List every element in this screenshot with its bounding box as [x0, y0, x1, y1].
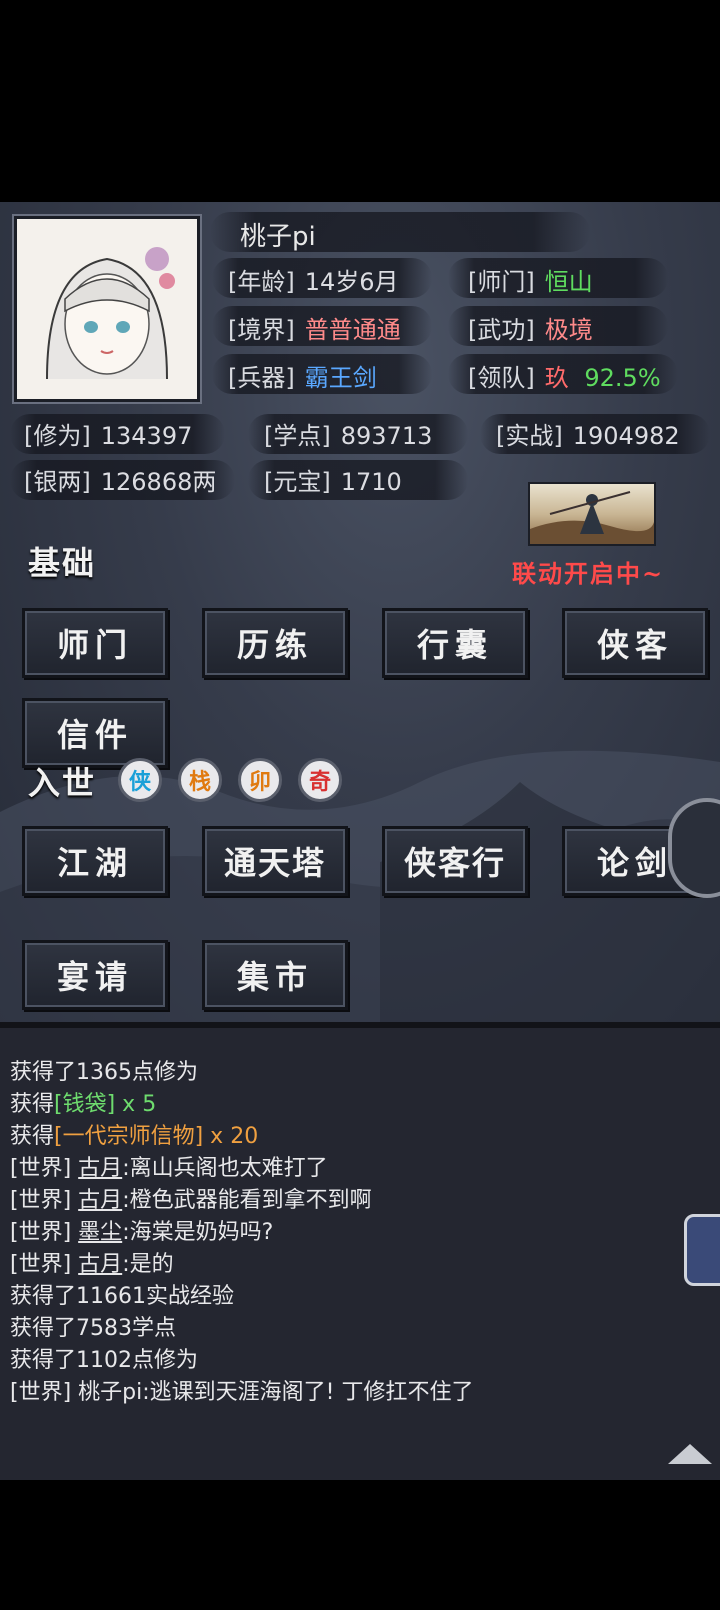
- ingot-label: [元宝]: [264, 468, 331, 496]
- sect-label: [师门]: [468, 268, 535, 296]
- log-text: :橙色武器能看到拿不到啊: [122, 1188, 372, 1213]
- portrait-image: [17, 219, 197, 399]
- martial-row: [武功] 极境: [468, 310, 593, 345]
- jianghu-button[interactable]: 江湖: [22, 826, 168, 896]
- ingot-value: 1710: [340, 468, 402, 496]
- log-line: [世界] 桃子pi:逃课到天涯海阁了! 丁修扛不住了: [10, 1374, 473, 1406]
- weapon-label: [兵器]: [228, 364, 295, 392]
- log-line: [世界] 墨尘:海棠是奶妈吗?: [10, 1214, 273, 1246]
- log-text: :海棠是奶妈吗?: [122, 1220, 274, 1245]
- log-text: :是的: [122, 1252, 174, 1277]
- ingot-row: [元宝] 1710: [264, 462, 402, 497]
- team-name[interactable]: 玖: [545, 364, 569, 392]
- sect-row: [师门] 恒山: [468, 262, 593, 297]
- log-text: 获得了1365点修为: [10, 1060, 198, 1085]
- cultivation-row: [修为] 134397: [24, 416, 192, 451]
- silver-row: [银两] 126868两: [24, 462, 216, 497]
- log-text: :离山兵阁也太难打了: [122, 1156, 328, 1181]
- team-label: [领队]: [468, 364, 535, 392]
- log-line: [世界] 古月:橙色武器能看到拿不到啊: [10, 1182, 372, 1214]
- promo-text[interactable]: 联动开启中~: [512, 554, 664, 589]
- log-line: 获得了1365点修为: [10, 1054, 198, 1086]
- character-portrait[interactable]: [14, 216, 200, 402]
- log-text: x 5: [115, 1092, 157, 1117]
- team-row: [领队] 玖 92.5%: [468, 358, 661, 393]
- event-art: [530, 491, 654, 544]
- log-text: 获得了1102点修为: [10, 1348, 198, 1373]
- log-line: 获得[一代宗师信物] x 20: [10, 1118, 258, 1150]
- badge-mao[interactable]: 卯: [238, 758, 282, 802]
- navigation-area: [0, 1480, 720, 1610]
- martial-value: 极境: [544, 316, 593, 344]
- username: 桃子pi: [78, 1380, 143, 1405]
- log-line: 获得了7583学点: [10, 1310, 176, 1342]
- realm-row: [境界] 普普通通: [228, 310, 401, 345]
- sect-value[interactable]: 恒山: [545, 268, 593, 296]
- log-text: 获得了7583学点: [10, 1316, 176, 1341]
- training-button[interactable]: 历练: [202, 608, 348, 678]
- log-text: x 20: [203, 1124, 259, 1149]
- log-line: 获得了11661实战经验: [10, 1278, 234, 1310]
- silver-label: [银两]: [24, 468, 91, 496]
- channel-tag: [世界]: [10, 1156, 72, 1181]
- team-value: 92.5%: [584, 364, 661, 392]
- character-name: 桃子pi: [240, 222, 316, 252]
- username-link[interactable]: 古月: [78, 1188, 122, 1213]
- martial-label: [武功]: [468, 316, 535, 344]
- banquet-button[interactable]: 宴请: [22, 940, 168, 1010]
- channel-tag: [世界]: [10, 1188, 72, 1213]
- study-value: 893713: [340, 422, 433, 450]
- study-row: [学点] 893713: [264, 416, 432, 451]
- badge-zhan[interactable]: 栈: [178, 758, 222, 802]
- log-line: 获得[钱袋] x 5: [10, 1086, 156, 1118]
- item-link[interactable]: [一代宗师信物]: [54, 1124, 203, 1149]
- hero-journey-button[interactable]: 侠客行: [382, 826, 528, 896]
- username-link[interactable]: 墨尘: [78, 1220, 122, 1245]
- log-text: :逃课到天涯海阁了! 丁修扛不住了: [142, 1380, 474, 1405]
- channel-tag: [世界]: [10, 1220, 72, 1245]
- log-text: 获得: [10, 1092, 55, 1117]
- side-float-button[interactable]: [668, 798, 720, 898]
- badge-xia[interactable]: 侠: [118, 758, 162, 802]
- character-panel: 桃子pi [年龄] 14岁6月 [师门] 恒山 [境界] 普普通通 [武功] 极境 [兵…: [0, 202, 720, 1028]
- cultivation-value: 134397: [100, 422, 193, 450]
- realm-label: [境界]: [228, 316, 295, 344]
- weapon-row: [兵器] 霸王剑: [228, 358, 377, 393]
- age-value: 14岁6月: [304, 268, 399, 296]
- study-label: [学点]: [264, 422, 331, 450]
- status-area: [0, 0, 720, 202]
- basic-section-title: 基础: [28, 544, 97, 582]
- combat-label: [实战]: [496, 422, 563, 450]
- tower-button[interactable]: 通天塔: [202, 826, 348, 896]
- weapon-value[interactable]: 霸王剑: [305, 364, 377, 392]
- hero-button[interactable]: 侠客: [562, 608, 708, 678]
- username-link[interactable]: 古月: [78, 1252, 122, 1277]
- badge-qi[interactable]: 奇: [298, 758, 342, 802]
- realm-value: 普普通通: [304, 316, 401, 344]
- age-row: [年龄] 14岁6月: [228, 262, 399, 297]
- log-line: [世界] 古月:是的: [10, 1246, 174, 1278]
- channel-tag: [世界]: [10, 1252, 72, 1277]
- log-text: 获得了11661实战经验: [10, 1284, 234, 1309]
- cultivation-label: [修为]: [24, 422, 91, 450]
- bag-button[interactable]: 行囊: [382, 608, 528, 678]
- channel-tag: [世界]: [10, 1380, 72, 1405]
- market-button[interactable]: 集市: [202, 940, 348, 1010]
- age-label: [年龄]: [228, 268, 295, 296]
- card-deck-icon[interactable]: [684, 1214, 720, 1286]
- log-line: 获得了1102点修为: [10, 1342, 198, 1374]
- item-link[interactable]: [钱袋]: [54, 1092, 115, 1117]
- combat-value: 1904982: [572, 422, 680, 450]
- silver-value: 126868两: [100, 468, 217, 496]
- world-section-title: 入世: [28, 764, 97, 802]
- sect-button[interactable]: 师门: [22, 608, 168, 678]
- message-log[interactable]: 获得了1365点修为 获得[钱袋] x 5 获得[一代宗师信物] x 20 [世…: [0, 1028, 720, 1480]
- log-line: [世界] 古月:离山兵阁也太难打了: [10, 1150, 328, 1182]
- scroll-up-icon[interactable]: [668, 1444, 712, 1464]
- username-link[interactable]: 古月: [78, 1156, 122, 1181]
- event-thumbnail[interactable]: [528, 482, 656, 546]
- combat-row: [实战] 1904982: [496, 416, 680, 451]
- log-text: 获得: [10, 1124, 55, 1149]
